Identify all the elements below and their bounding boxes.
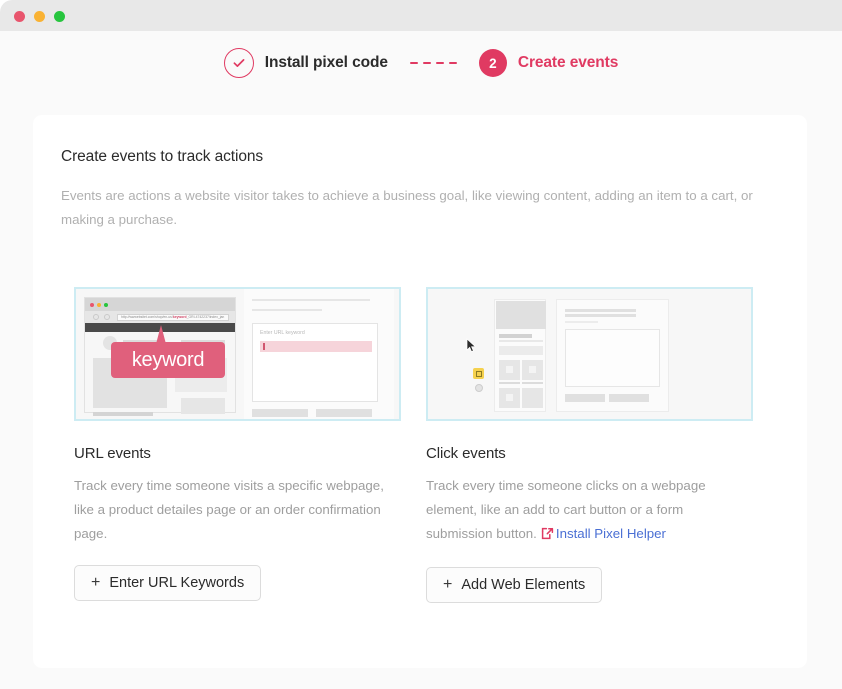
- skeleton-line: [252, 309, 322, 311]
- connector-dash: [422, 61, 431, 65]
- skeleton-media-box: [565, 329, 660, 387]
- skeleton-line: [499, 340, 543, 342]
- step-install-pixel-code[interactable]: Install pixel code: [223, 48, 388, 78]
- install-pixel-helper-label: Install Pixel Helper: [555, 526, 666, 541]
- thumbnail-browser-titlebar: [85, 298, 235, 311]
- add-web-elements-label: Add Web Elements: [461, 577, 586, 593]
- thumbnail-address-bar: http://wwwebsitet.com/shop/en-us/keyword…: [85, 311, 235, 323]
- stepper-connector: [409, 61, 457, 65]
- click-events-description: Track every time someone clicks on a web…: [426, 474, 746, 548]
- url-events-description: Track every time someone visits a specif…: [74, 478, 384, 541]
- check-icon: [223, 48, 254, 78]
- thumb-dot-max: [104, 302, 108, 307]
- window-minimize-button[interactable]: [34, 11, 45, 22]
- badge-inner-square: [475, 370, 482, 377]
- connector-dash: [435, 61, 444, 65]
- skeleton-line: [565, 314, 636, 317]
- skeleton-line: [522, 382, 543, 384]
- skeleton-line: [565, 309, 636, 312]
- step-2-label: Create events: [517, 54, 619, 71]
- plus-icon: +: [443, 576, 453, 593]
- thumbnail-url-text: http://wwwebsitet.com/shop/en-us/keyword…: [121, 315, 225, 319]
- click-events-column: Click events Track every time someone cl…: [426, 287, 753, 603]
- skeleton-line: [565, 321, 598, 323]
- url-events-column: http://wwwebsitet.com/shop/en-us/keyword…: [74, 287, 401, 601]
- skeleton-line: [252, 299, 370, 301]
- card-description: Events are actions a website visitor tak…: [61, 188, 753, 227]
- gray-element-marker: [474, 384, 483, 392]
- keyword-callout: keyword: [111, 342, 225, 378]
- thumbnail-dialog-panel: Enter URL keyword: [244, 289, 394, 419]
- click-events-thumbnail: [426, 287, 753, 421]
- skeleton-hero: [496, 301, 546, 329]
- click-events-title: Click events: [426, 445, 506, 462]
- skeleton-thumb: [529, 366, 536, 373]
- wireframe-left-panel: [494, 299, 546, 412]
- skeleton-button: [565, 394, 605, 402]
- url-events-title: URL events: [74, 445, 151, 462]
- window-close-button[interactable]: [14, 11, 25, 22]
- step-create-events[interactable]: 2 Create events: [478, 49, 619, 77]
- enter-url-keywords-label: Enter URL Keywords: [109, 575, 245, 591]
- create-events-card: Create events to track actions Events ar…: [33, 115, 807, 668]
- skeleton-button: [499, 346, 543, 355]
- skeleton-line: [93, 412, 153, 416]
- app-window: Install pixel code 2 Create events Creat…: [0, 0, 842, 689]
- skeleton-button: [609, 394, 649, 402]
- page-body: Install pixel code 2 Create events Creat…: [0, 31, 842, 689]
- thumbnail-url-keyword-dialog: Enter URL keyword: [252, 323, 378, 402]
- mouse-cursor-icon: [466, 338, 477, 353]
- enter-url-keywords-button[interactable]: + Enter URL Keywords: [74, 565, 262, 601]
- step-1-label: Install pixel code: [264, 54, 388, 71]
- thumb-reload-icon: [104, 314, 110, 320]
- thumbnail-browser-window: http://wwwebsitet.com/shop/en-us/keyword…: [84, 297, 236, 416]
- skeleton-thumb: [506, 394, 513, 401]
- step-2-number-badge: 2: [478, 49, 507, 77]
- thumbnail-wireframe: [428, 289, 751, 419]
- keyword-callout-text: keyword: [131, 348, 205, 371]
- thumbnail-url-field: http://wwwebsitet.com/shop/en-us/keyword…: [117, 313, 229, 321]
- skeleton-line: [499, 334, 532, 338]
- wireframe-right-panel: [556, 299, 669, 412]
- skeleton-line: [499, 382, 520, 384]
- skeleton-button: [252, 409, 308, 417]
- install-pixel-helper-link[interactable]: Install Pixel Helper: [537, 526, 666, 541]
- skeleton-button: [316, 409, 372, 417]
- thumbnail-dialog-label: Enter URL keyword: [260, 330, 305, 336]
- text-caret: [263, 343, 265, 350]
- window-maximize-button[interactable]: [54, 11, 65, 22]
- skeleton-block: [181, 398, 225, 414]
- plus-icon: +: [91, 574, 101, 591]
- url-events-thumbnail: http://wwwebsitet.com/shop/en-us/keyword…: [74, 287, 401, 421]
- skeleton-card: [522, 388, 543, 408]
- skeleton-thumb: [506, 366, 513, 373]
- external-link-icon: [541, 524, 554, 548]
- connector-dash: [409, 61, 418, 65]
- card-title: Create events to track actions: [61, 148, 264, 165]
- thumb-dot-min: [97, 302, 101, 307]
- thumb-dot-close: [90, 302, 94, 307]
- thumb-back-icon: [93, 314, 99, 320]
- add-web-elements-button[interactable]: + Add Web Elements: [426, 567, 603, 603]
- window-titlebar: [0, 0, 842, 31]
- yellow-element-badge: [473, 368, 484, 379]
- thumbnail-keyword-input: [260, 341, 372, 352]
- connector-dash: [448, 61, 457, 65]
- progress-stepper: Install pixel code 2 Create events: [0, 48, 842, 78]
